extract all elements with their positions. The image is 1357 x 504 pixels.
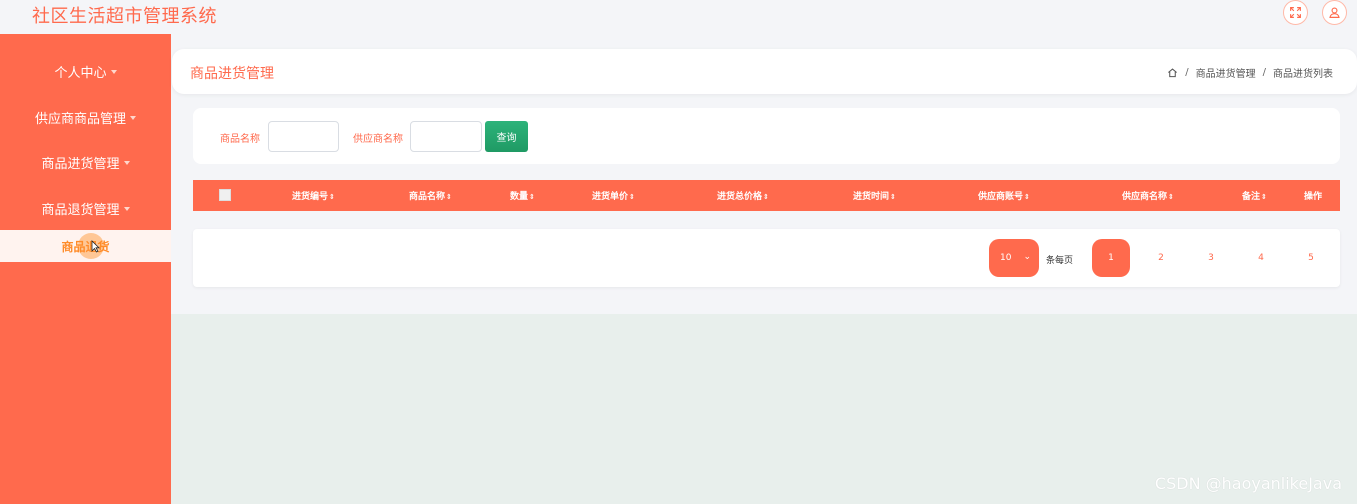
column-header-unit-price[interactable]: 进货单价⇕: [592, 189, 635, 202]
caret-down-icon: [123, 206, 130, 211]
column-header-supplier-name[interactable]: 供应商名称⇕: [1122, 189, 1174, 202]
caret-down-icon: [130, 115, 136, 120]
search-panel: 商品名称 供应商名称 查询: [193, 108, 1340, 164]
sidebar-item-label: 个人中心: [54, 65, 107, 81]
sort-icon: ⇕: [1261, 193, 1267, 201]
breadcrumb-item[interactable]: 商品进货管理: [1196, 65, 1256, 80]
sidebar-item-personal-center[interactable]: 个人中心: [0, 51, 171, 91]
caret-down-icon: [123, 160, 130, 165]
column-header-supplier-account[interactable]: 供应商账号⇕: [978, 189, 1030, 202]
mouse-cursor-icon: [91, 240, 100, 253]
watermark: CSDN @haoyanlikeJava: [1154, 474, 1342, 493]
pagination: 10 ⌄ 条每页 1 2 3 4 5: [193, 229, 1340, 287]
sort-icon: ⇕: [529, 193, 535, 201]
sort-icon: ⇕: [1024, 193, 1030, 201]
page-title: 商品进货管理: [190, 66, 274, 82]
page-size-value: 10: [1000, 253, 1012, 263]
sidebar-item-purchase[interactable]: 商品进货管理: [0, 142, 171, 182]
table-header: 进货编号⇕ 商品名称⇕ 数量⇕ 进货单价⇕ 进货总价格⇕ 进货时间⇕ 供应商账号…: [193, 180, 1340, 211]
supplier-name-input[interactable]: [410, 121, 482, 152]
sidebar-subitem-returns[interactable]: 商品退货: [0, 230, 171, 262]
product-name-input[interactable]: [268, 121, 339, 152]
sort-icon: ⇕: [629, 193, 635, 201]
fullscreen-icon[interactable]: [1283, 0, 1308, 25]
column-header-purchase-time[interactable]: 进货时间⇕: [853, 189, 896, 202]
page-button-4[interactable]: 4: [1242, 239, 1280, 277]
column-header-remarks[interactable]: 备注⇕: [1242, 189, 1267, 202]
title-bar: 商品进货管理 / 商品进货管理 / 商品进货列表: [172, 49, 1357, 94]
sort-icon: ⇕: [446, 193, 452, 201]
chevron-down-icon: ⌄: [1023, 252, 1031, 262]
page-button-1[interactable]: 1: [1092, 239, 1130, 277]
breadcrumb-item-current: 商品进货列表: [1273, 69, 1333, 80]
sidebar-item-supplier-goods[interactable]: 供应商商品管理: [0, 97, 171, 137]
user-icon[interactable]: [1322, 0, 1347, 25]
sort-icon: ⇕: [890, 193, 896, 201]
sort-icon: ⇕: [329, 193, 335, 201]
page-button-2[interactable]: 2: [1142, 239, 1180, 277]
sidebar-item-label: 供应商商品管理: [34, 111, 126, 127]
sort-icon: ⇕: [1168, 193, 1174, 201]
select-all-checkbox[interactable]: [219, 189, 231, 201]
home-icon[interactable]: [1167, 67, 1178, 78]
top-header: 社区生活超市管理系统: [0, 0, 1357, 34]
column-header-purchase-no[interactable]: 进货编号⇕: [292, 189, 335, 202]
column-header-product-name[interactable]: 商品名称⇕: [409, 189, 452, 202]
breadcrumb: / 商品进货管理 / 商品进货列表: [1167, 65, 1333, 80]
sidebar: 个人中心 供应商商品管理 商品进货管理 商品退货管理 商品退货: [0, 34, 171, 504]
page-size-select[interactable]: 10 ⌄: [989, 239, 1039, 277]
sort-icon: ⇕: [763, 193, 769, 201]
app-title: 社区生活超市管理系统: [32, 6, 217, 27]
column-header-quantity[interactable]: 数量⇕: [510, 189, 535, 202]
column-header-actions: 操作: [1304, 192, 1323, 202]
sidebar-item-label: 商品退货管理: [41, 202, 120, 218]
per-page-label: 条每页: [1046, 256, 1074, 266]
sidebar-item-label: 商品进货管理: [41, 156, 120, 172]
sidebar-subitem-label: 商品退货: [61, 239, 110, 254]
product-name-label: 商品名称: [220, 134, 260, 145]
page-button-5[interactable]: 5: [1292, 239, 1330, 277]
column-header-total-price[interactable]: 进货总价格⇕: [717, 189, 769, 202]
supplier-name-label: 供应商名称: [353, 134, 403, 145]
caret-down-icon: [110, 69, 117, 74]
sidebar-item-returns[interactable]: 商品退货管理: [0, 188, 171, 228]
search-button[interactable]: 查询: [485, 121, 528, 152]
page-button-3[interactable]: 3: [1192, 239, 1230, 277]
